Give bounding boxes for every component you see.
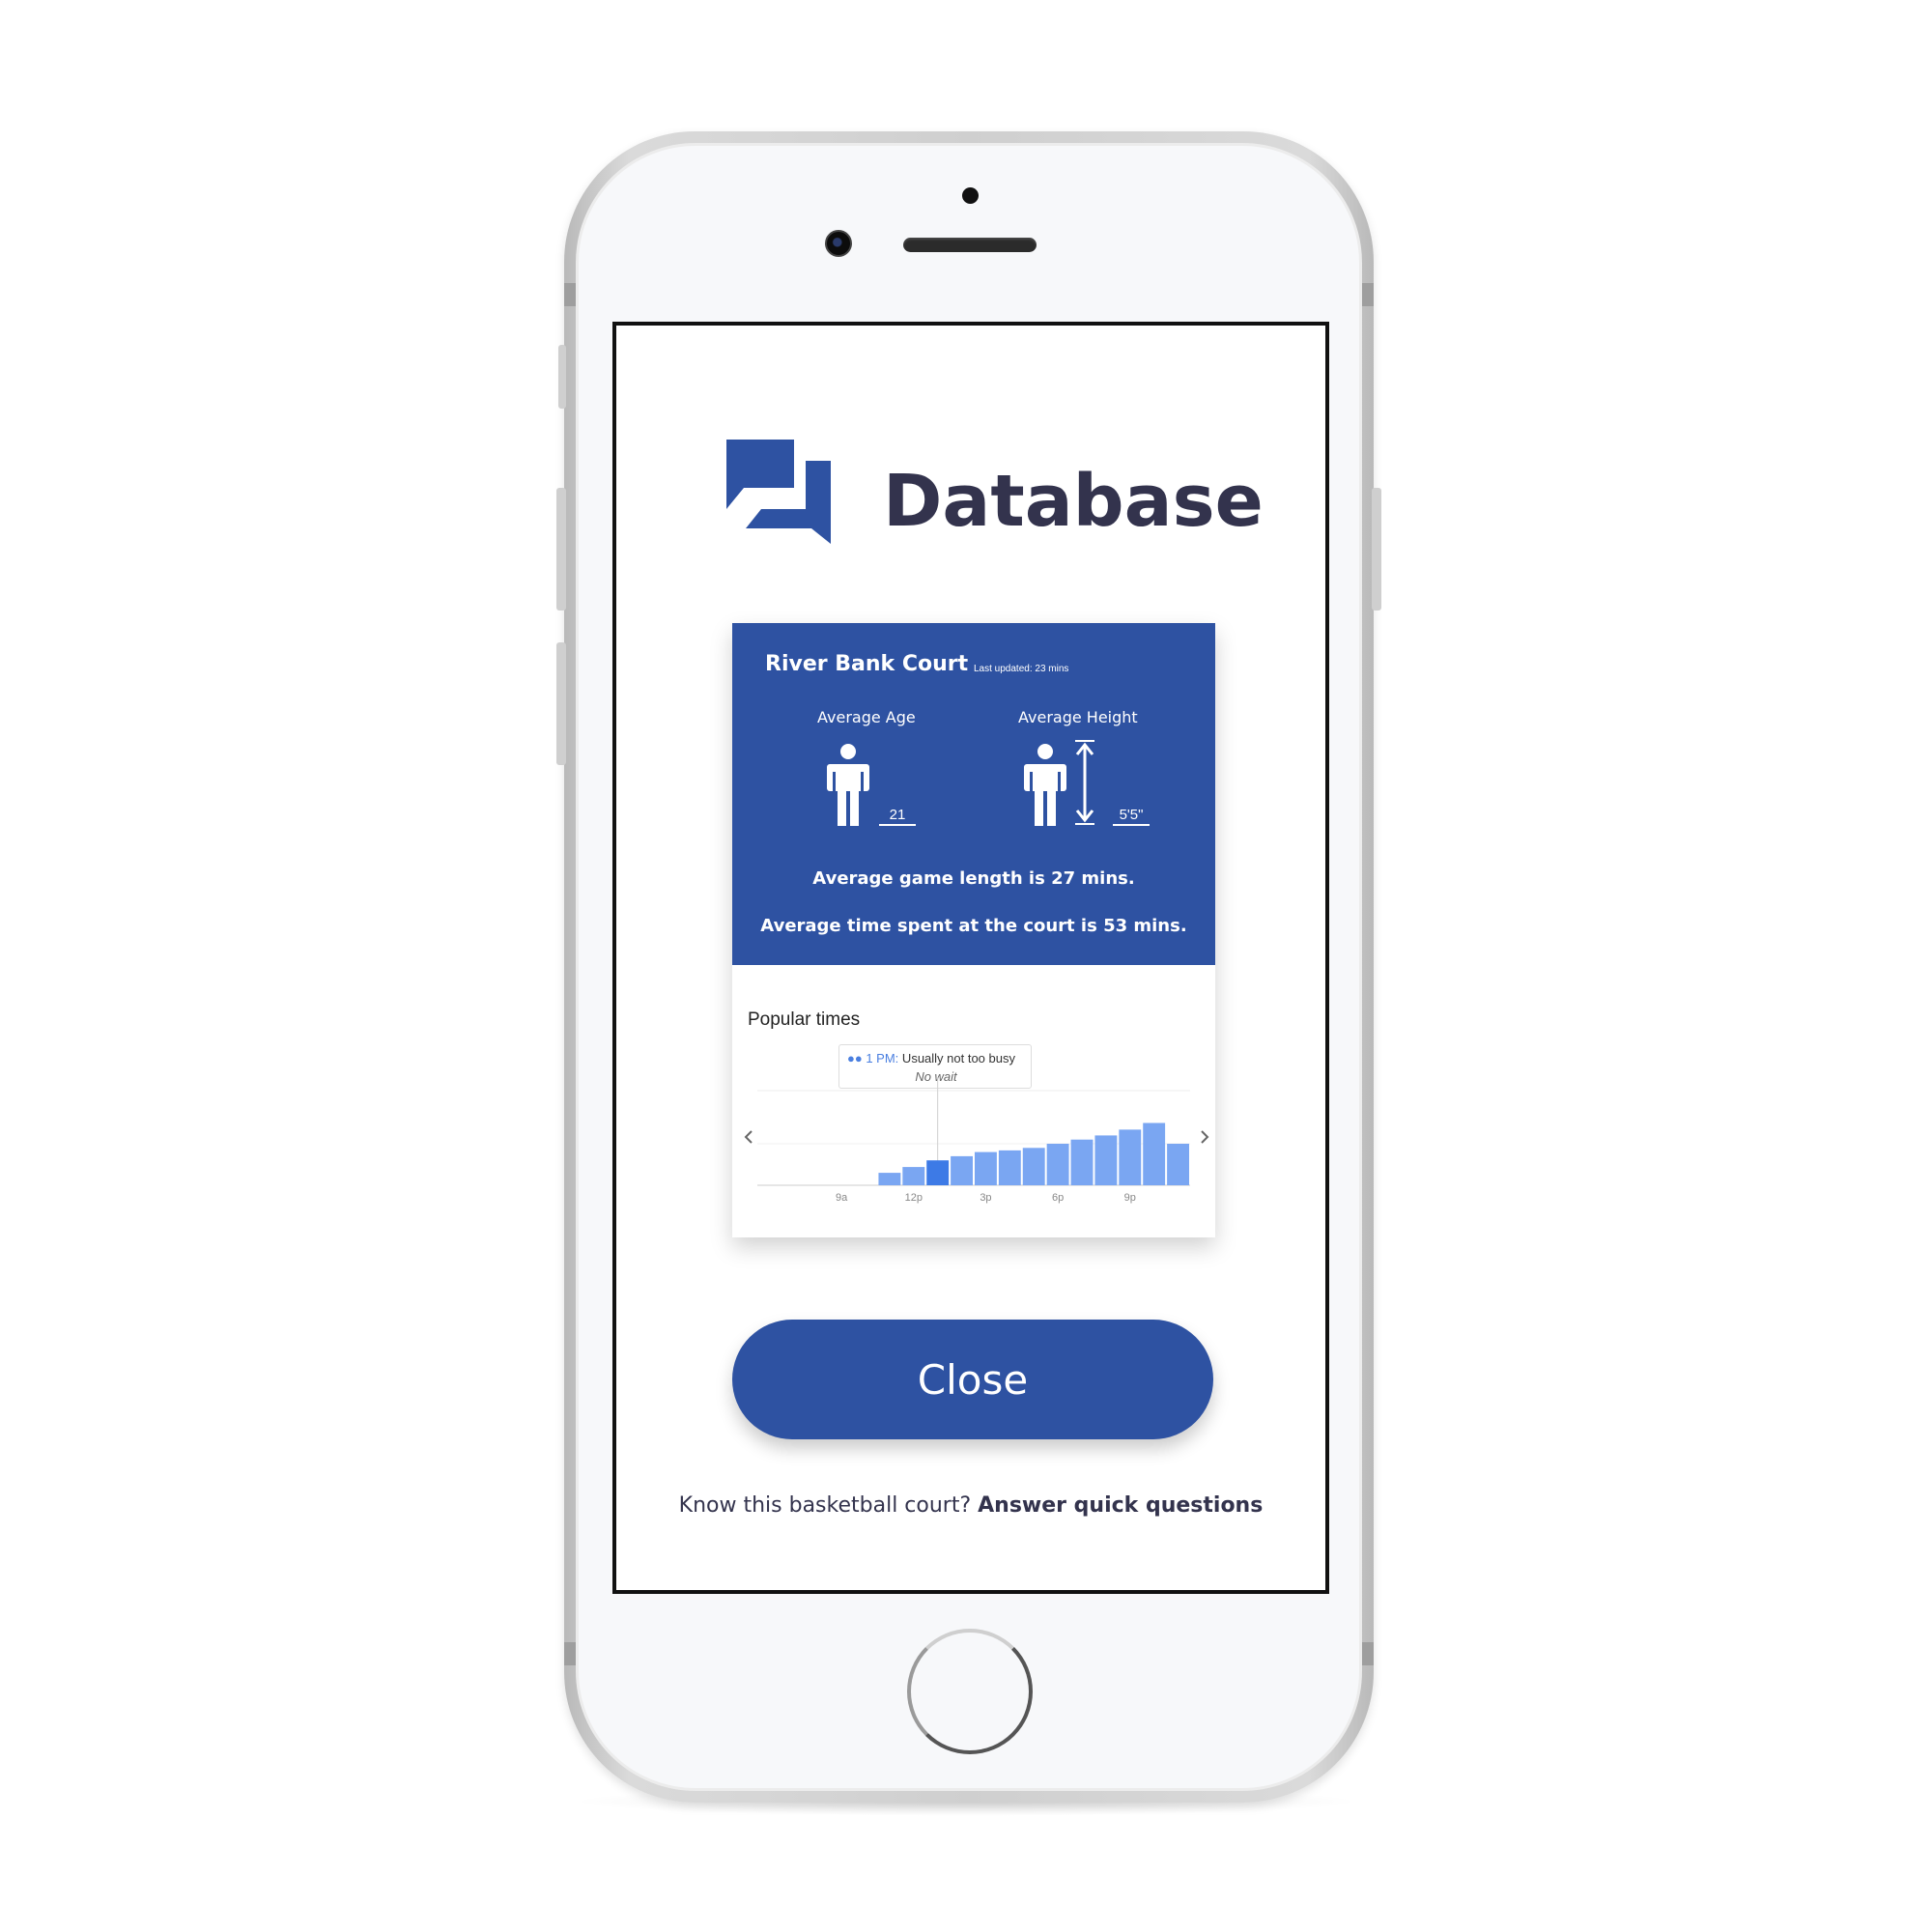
chart-tick-label: 3p	[980, 1192, 991, 1204]
answer-questions-link[interactable]: Answer quick questions	[978, 1493, 1263, 1518]
front-camera	[825, 230, 852, 257]
chart-bar-9p[interactable]	[1119, 1129, 1142, 1185]
chevron-right-icon[interactable]	[1201, 1130, 1209, 1144]
chart-bar-6p[interactable]	[1046, 1144, 1069, 1185]
chart-bar-3p[interactable]	[975, 1151, 997, 1185]
court-name: River Bank Court	[765, 652, 969, 676]
chart-tick-label: 9a	[836, 1192, 848, 1204]
chart-tick-label: 6p	[1052, 1192, 1064, 1204]
chart-bar-12p[interactable]	[902, 1167, 925, 1185]
game-length-text: Average game length is 27 mins.	[812, 868, 1135, 889]
footer-question: Know this basketball court?	[678, 1493, 979, 1518]
antenna-band	[1362, 1642, 1374, 1665]
home-button[interactable]	[907, 1629, 1033, 1754]
people-icon: ●●	[847, 1051, 863, 1065]
phone-screen: Database River Bank Court Last updated: …	[612, 322, 1329, 1594]
chart-tick-label: 12p	[905, 1192, 923, 1204]
proximity-sensor	[962, 187, 979, 204]
chart-bar-11a[interactable]	[878, 1173, 901, 1185]
footer-prompt: Know this basketball court? Answer quick…	[616, 1493, 1325, 1518]
volume-up-button	[556, 488, 566, 611]
chart-bar-4p[interactable]	[998, 1150, 1021, 1185]
average-height-label: Average Height	[1018, 708, 1138, 726]
chart-bar-2p[interactable]	[951, 1155, 973, 1185]
chart-bar-7p[interactable]	[1070, 1139, 1094, 1185]
chevron-left-icon[interactable]	[744, 1130, 753, 1144]
app-brand-title: Database	[883, 460, 1264, 543]
tooltip-line: ●● 1 PM: Usually not too busy	[847, 1051, 1015, 1065]
average-age-label: Average Age	[817, 708, 916, 726]
power-button	[1372, 488, 1381, 611]
antenna-band	[564, 283, 576, 306]
tooltip-status: Usually not too busy	[898, 1051, 1015, 1065]
earpiece-speaker	[903, 238, 1037, 252]
chart-bar-8p[interactable]	[1094, 1135, 1118, 1185]
close-button[interactable]: Close	[732, 1320, 1213, 1439]
chart-bar-1p[interactable]	[926, 1160, 950, 1185]
last-updated-label: Last updated: 23 mins	[974, 664, 1069, 674]
time-spent-text: Average time spent at the court is 53 mi…	[760, 916, 1187, 936]
person-icon	[1024, 744, 1066, 826]
tooltip-time: 1 PM:	[866, 1051, 899, 1065]
chart-bar-5p[interactable]	[1022, 1148, 1045, 1185]
chart-bar-10p[interactable]	[1143, 1122, 1166, 1186]
height-arrow-icon	[1075, 740, 1094, 825]
person-icon	[827, 744, 869, 826]
chat-bubbles-logo-icon	[726, 440, 831, 544]
mute-switch	[558, 345, 566, 409]
court-stats-panel: River Bank Court Last updated: 23 mins A…	[732, 623, 1215, 965]
popular-times-title: Popular times	[748, 1009, 861, 1030]
antenna-band	[1362, 283, 1374, 306]
chart-bar-11p[interactable]	[1167, 1144, 1189, 1185]
court-info-card: River Bank Court Last updated: 23 mins A…	[732, 623, 1215, 1237]
antenna-band	[564, 1642, 576, 1665]
popular-times-chart: 9a 12p 3p 6p 9p	[744, 1077, 1209, 1204]
average-height-value: 5'5"	[1113, 807, 1150, 826]
volume-down-button	[556, 642, 566, 765]
average-age-value: 21	[879, 807, 916, 826]
chart-tick-label: 9p	[1124, 1192, 1136, 1204]
